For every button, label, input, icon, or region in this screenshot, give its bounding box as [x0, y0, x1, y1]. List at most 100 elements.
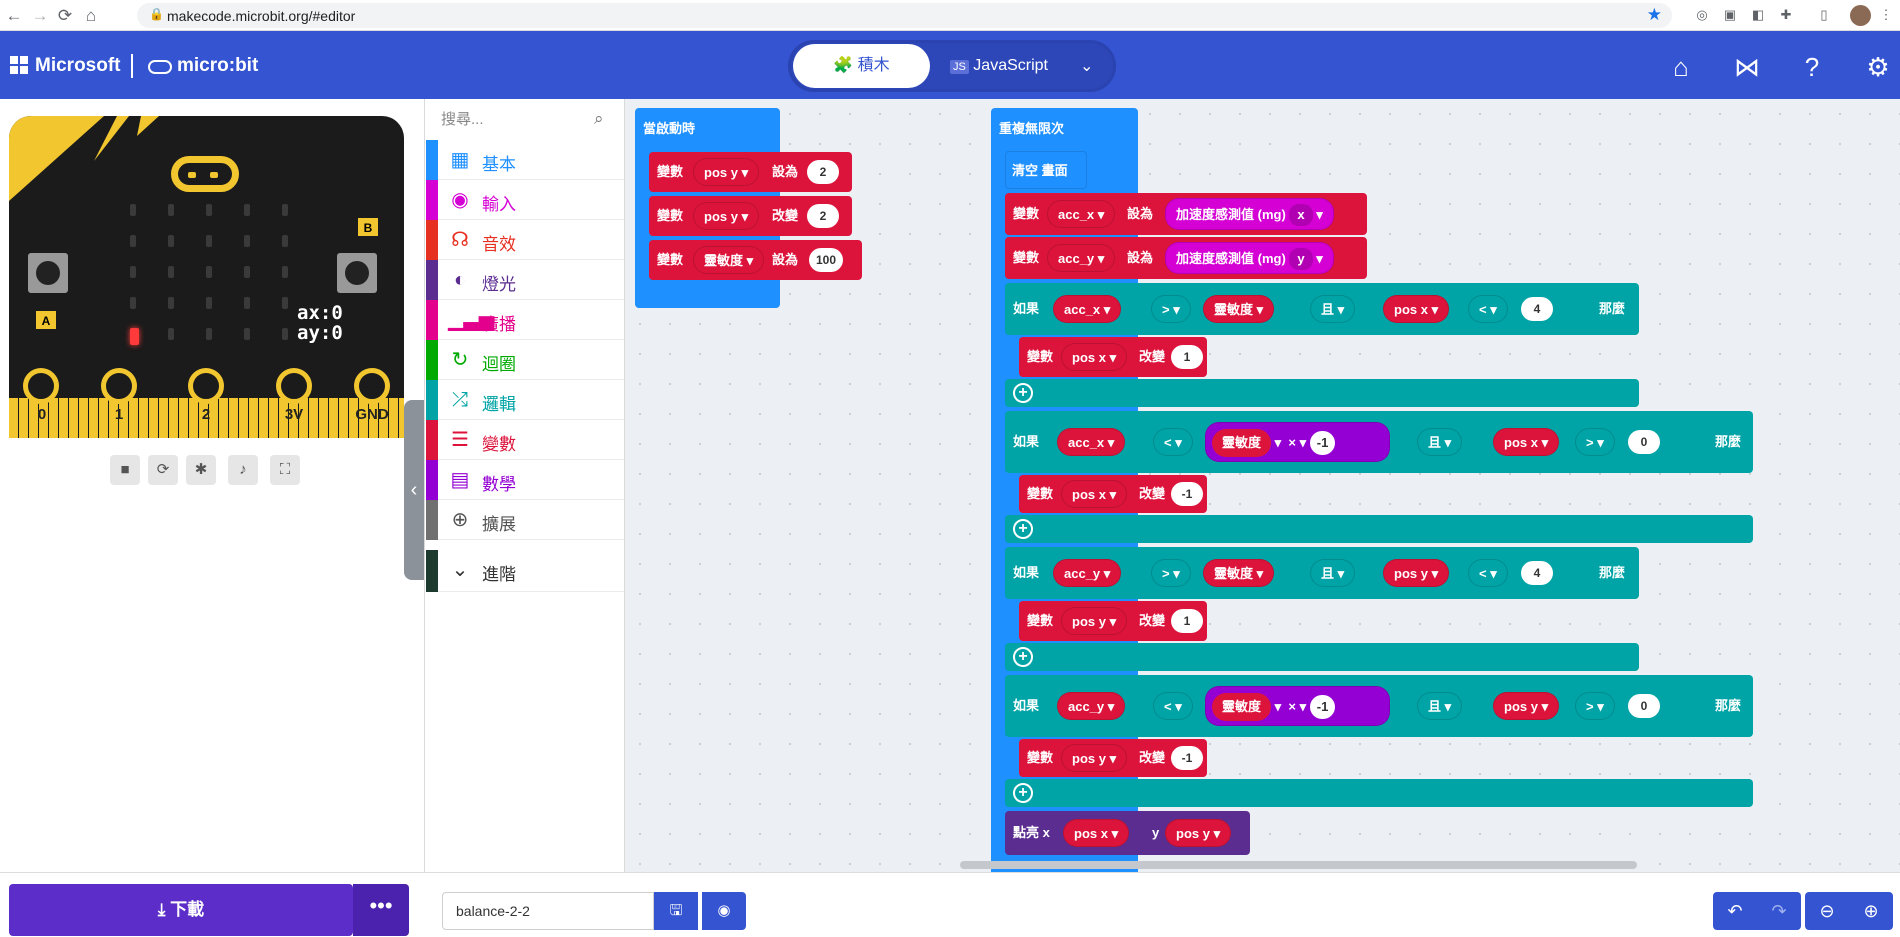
add-else-icon[interactable]: +	[1013, 519, 1033, 539]
gear-icon[interactable]: ⚙	[1863, 52, 1893, 82]
pin-1[interactable]	[101, 368, 137, 404]
variable-reporter[interactable]: 靈敏度	[1212, 693, 1272, 721]
operator-dropdown[interactable]: ×	[1288, 699, 1296, 714]
redo-button[interactable]: ↷	[1757, 892, 1801, 930]
fullscreen-button[interactable]: ⛶	[270, 455, 300, 485]
extension-icon[interactable]: ▣	[1722, 7, 1738, 23]
change-variable-block[interactable]: 變數 pos x ▾ 改變 -1	[1019, 475, 1207, 513]
math-multiply-block[interactable]: 靈敏度 ▾ × ▾ -1	[1205, 422, 1390, 462]
number-input[interactable]: 100	[809, 248, 844, 272]
set-variable-block[interactable]: 變數 acc_y ▾ 設為 加速度感測值 (mg) y ▾	[1005, 237, 1367, 279]
help-icon[interactable]: ?	[1797, 52, 1827, 82]
number-input[interactable]: 0	[1628, 694, 1660, 718]
search-input[interactable]: 搜尋...	[441, 108, 611, 130]
operator-dropdown[interactable]: > ▾	[1151, 559, 1191, 587]
if-block[interactable]: 如果 acc_x ▾ > ▾ 靈敏度 ▾ 且 ▾ pos x ▾ < ▾ 4 那…	[1005, 283, 1639, 335]
add-else-icon[interactable]: +	[1013, 647, 1033, 667]
variable-reporter[interactable]: acc_y ▾	[1057, 692, 1126, 720]
set-variable-block[interactable]: 變數 靈敏度 ▾ 設為 100	[649, 240, 862, 280]
operator-dropdown[interactable]: ×	[1288, 435, 1296, 450]
variable-dropdown[interactable]: pos y ▾	[1061, 607, 1128, 635]
button-a[interactable]	[28, 253, 68, 293]
number-input[interactable]: -1	[1171, 482, 1203, 506]
github-button[interactable]: ◉	[702, 892, 746, 930]
variable-dropdown[interactable]: pos y ▾	[693, 158, 760, 186]
plot-led-block[interactable]: 點亮 x pos x ▾ y pos y ▾	[1005, 811, 1250, 855]
and-dropdown[interactable]: 且 ▾	[1310, 295, 1356, 323]
variable-reporter[interactable]: pos x ▾	[1063, 819, 1130, 847]
operator-dropdown[interactable]: < ▾	[1153, 692, 1193, 720]
reload-icon[interactable]: ⟳	[53, 4, 77, 28]
category-logic[interactable]: ⤮ 邏輯	[426, 380, 624, 420]
project-name-input[interactable]: balance-2-2	[442, 892, 654, 930]
download-button[interactable]: ⤓ 下載	[9, 884, 353, 936]
zoom-out-button[interactable]: ⊖	[1805, 892, 1849, 930]
avatar[interactable]	[1850, 5, 1871, 26]
tab-javascript[interactable]: JS JavaScript	[950, 44, 1070, 88]
extension-icon[interactable]: ◎	[1694, 7, 1710, 23]
save-button[interactable]: 🖫	[654, 892, 698, 930]
add-else-icon[interactable]: +	[1013, 783, 1033, 803]
variable-reporter[interactable]: pos x ▾	[1383, 295, 1450, 323]
variable-reporter[interactable]: pos y ▾	[1493, 692, 1560, 720]
search-icon[interactable]: ⌕	[594, 109, 604, 129]
pin-3v[interactable]	[276, 368, 312, 404]
axis-dropdown[interactable]: x	[1289, 204, 1313, 226]
category-led[interactable]: ◐ 燈光	[426, 260, 624, 300]
variable-reporter[interactable]: acc_x ▾	[1057, 428, 1126, 456]
number-input[interactable]: 2	[807, 204, 839, 228]
number-input[interactable]: 4	[1521, 561, 1553, 585]
variable-dropdown[interactable]: pos x ▾	[1061, 343, 1128, 371]
microsoft-brand[interactable]: Microsoft	[35, 55, 121, 77]
if-block[interactable]: 如果 acc_x ▾ < ▾ 靈敏度 ▾ × ▾ -1 且 ▾ pos x ▾ …	[1005, 411, 1753, 473]
add-else-icon[interactable]: +	[1013, 383, 1033, 403]
variable-dropdown[interactable]: pos y ▾	[693, 202, 760, 230]
number-input[interactable]: 4	[1521, 297, 1553, 321]
number-input[interactable]: 2	[807, 160, 839, 184]
category-radio[interactable]: ▁▃▅ 廣播	[426, 300, 624, 340]
if-block[interactable]: 如果 acc_y ▾ < ▾ 靈敏度 ▾ × ▾ -1 且 ▾ pos y ▾ …	[1005, 675, 1753, 737]
category-variables[interactable]: ☰ 變數	[426, 420, 624, 460]
puzzle-icon[interactable]: ✚	[1778, 7, 1794, 23]
math-multiply-block[interactable]: 靈敏度 ▾ × ▾ -1	[1205, 686, 1390, 726]
variable-reporter[interactable]: acc_y ▾	[1053, 559, 1122, 587]
category-extensions[interactable]: ⊕ 擴展	[426, 500, 624, 540]
variable-dropdown[interactable]: 靈敏度 ▾	[693, 246, 765, 274]
variable-dropdown[interactable]: pos y ▾	[1061, 744, 1128, 772]
bookmark-star-icon[interactable]: ★	[1647, 5, 1662, 25]
number-input[interactable]: -1	[1309, 431, 1336, 455]
variable-dropdown[interactable]: pos x ▾	[1061, 480, 1128, 508]
stop-button[interactable]: ■	[110, 455, 140, 485]
variable-dropdown[interactable]: acc_x ▾	[1047, 200, 1116, 228]
variable-reporter[interactable]: pos x ▾	[1493, 428, 1560, 456]
change-variable-block[interactable]: 變數 pos y ▾ 改變 1	[1019, 601, 1207, 641]
logo-touch-icon[interactable]	[171, 156, 239, 192]
extension-icon[interactable]: ◧	[1750, 7, 1766, 23]
operator-dropdown[interactable]: > ▾	[1575, 428, 1615, 456]
category-loops[interactable]: ↻ 迴圈	[426, 340, 624, 380]
category-math[interactable]: ▤ 數學	[426, 460, 624, 500]
collapse-simulator-button[interactable]: ‹	[404, 400, 424, 580]
tab-blocks[interactable]: 🧩 積木	[793, 44, 930, 88]
menu-icon[interactable]: ⋮	[1878, 7, 1894, 23]
zoom-in-button[interactable]: ⊕	[1849, 892, 1893, 930]
and-dropdown[interactable]: 且 ▾	[1417, 692, 1463, 720]
number-input[interactable]: -1	[1309, 695, 1336, 719]
mute-button[interactable]: ♪	[228, 455, 258, 485]
variable-reporter[interactable]: pos y ▾	[1383, 559, 1450, 587]
operator-dropdown[interactable]: > ▾	[1575, 692, 1615, 720]
acceleration-block[interactable]: 加速度感測值 (mg) x ▾	[1165, 198, 1334, 230]
axis-dropdown[interactable]: y	[1289, 248, 1313, 270]
share-icon[interactable]: ⋈	[1732, 52, 1762, 82]
clear-screen-block[interactable]: 清空 畫面	[1005, 151, 1087, 189]
category-basic[interactable]: ▦ 基本	[426, 140, 624, 180]
variable-reporter[interactable]: 靈敏度 ▾	[1203, 295, 1275, 323]
button-b[interactable]	[337, 253, 377, 293]
undo-button[interactable]: ↶	[1713, 892, 1757, 930]
operator-dropdown[interactable]: < ▾	[1468, 559, 1508, 587]
sidebar-icon[interactable]: ▯	[1816, 7, 1832, 23]
debug-button[interactable]: ✱	[186, 455, 216, 485]
set-variable-block[interactable]: 變數 pos y ▾ 設為 2	[649, 152, 852, 192]
restart-button[interactable]: ⟳	[148, 455, 178, 485]
category-advanced[interactable]: ⌄ 進階	[426, 550, 624, 592]
